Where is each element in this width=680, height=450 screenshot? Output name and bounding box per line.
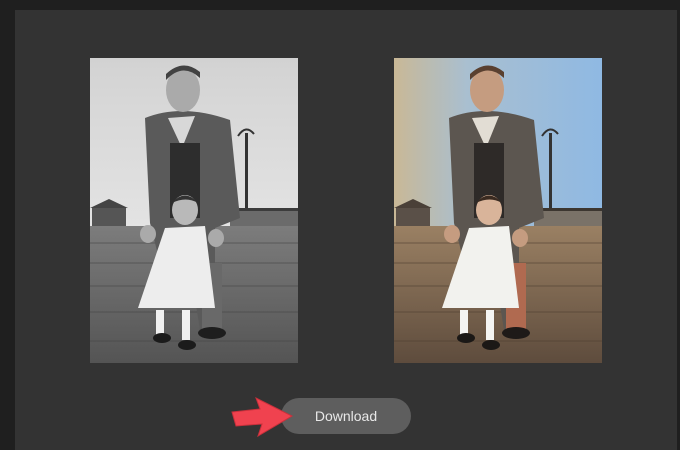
download-button[interactable]: Download: [281, 398, 411, 434]
app-window: Download: [0, 0, 680, 450]
red-arrow-icon: [230, 396, 294, 438]
colorized-photo: [394, 58, 602, 363]
original-photo: [90, 58, 298, 363]
